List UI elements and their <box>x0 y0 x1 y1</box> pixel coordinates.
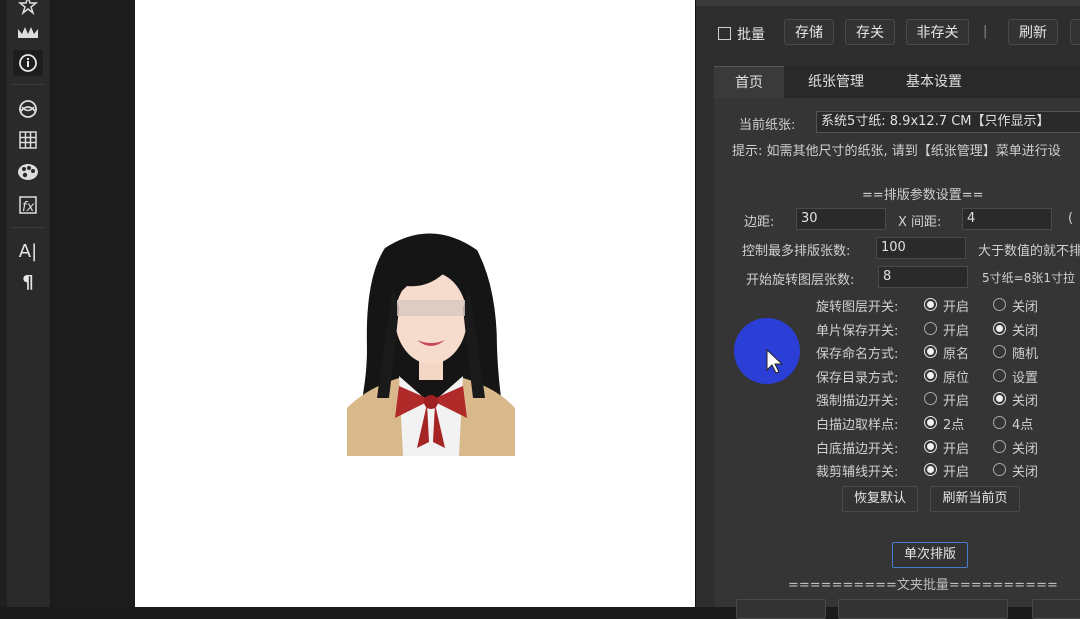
toolbar-edge <box>0 0 7 607</box>
save-button[interactable]: 存储 <box>784 19 834 45</box>
option-radio-a[interactable] <box>924 440 937 453</box>
layout-heading: ==排版参数设置== <box>862 188 984 203</box>
option-radio-b-label: 随机 <box>1012 347 1039 362</box>
overflow-button[interactable] <box>1070 19 1080 45</box>
option-radio-a-label: 原位 <box>943 371 970 386</box>
text-icon[interactable]: A| <box>13 238 43 264</box>
tab-paper-management[interactable]: 纸张管理 <box>796 66 876 98</box>
option-radio-a[interactable] <box>924 392 937 405</box>
option-radio-b[interactable] <box>993 463 1006 476</box>
option-radio-a[interactable] <box>924 369 937 382</box>
left-toolbar: fx A| ¶ <box>0 0 51 607</box>
option-radio-a-label: 开启 <box>943 394 970 409</box>
cursor-highlight <box>734 318 800 384</box>
single-layout-button[interactable]: 单次排版 <box>892 542 968 568</box>
xgap-input[interactable]: 4 <box>962 208 1052 230</box>
option-label: 裁剪辅线开关: <box>816 465 899 480</box>
option-radio-b-label: 关闭 <box>1012 324 1039 339</box>
cloud-icon[interactable] <box>13 96 43 122</box>
id-photo <box>347 228 515 456</box>
option-radio-b-label: 关闭 <box>1012 394 1039 409</box>
option-radio-a-label: 开启 <box>943 300 970 315</box>
option-radio-a-label: 开启 <box>943 442 970 457</box>
tab-basic-settings[interactable]: 基本设置 <box>892 66 976 98</box>
panel-top-strip <box>696 0 1080 6</box>
margin-label: 边距: <box>744 215 775 230</box>
option-radio-a-label: 开启 <box>943 324 970 339</box>
info-icon[interactable] <box>13 50 43 76</box>
toolbar-separator: | <box>983 24 988 39</box>
option-radio-b[interactable] <box>993 369 1006 382</box>
save-close-button[interactable]: 存关 <box>845 19 895 45</box>
svg-text:fx: fx <box>22 200 35 215</box>
option-radio-a-label: 原名 <box>943 347 970 362</box>
crown-icon[interactable] <box>13 19 43 45</box>
option-radio-b-label: 关闭 <box>1012 300 1039 315</box>
bottom-button-2[interactable] <box>1032 599 1080 619</box>
rotate-count-label: 开始旋转图层张数: <box>746 273 855 288</box>
option-radio-b[interactable] <box>993 392 1006 405</box>
refresh-page-button[interactable]: 刷新当前页 <box>930 486 1020 512</box>
mouse-pointer-icon <box>766 348 784 374</box>
option-label: 白描边取样点: <box>816 418 899 433</box>
grid-icon[interactable] <box>13 127 43 153</box>
tab-home[interactable]: 首页 <box>714 66 784 99</box>
nonsave-close-button[interactable]: 非存关 <box>906 19 969 45</box>
xgap-suffix: ( <box>1068 211 1074 226</box>
option-radio-b[interactable] <box>993 298 1006 311</box>
option-radio-a-label: 2点 <box>943 418 965 433</box>
option-radio-a[interactable] <box>924 416 937 429</box>
paper-select[interactable]: 系统5寸纸: 8.9x12.7 CM【只作显示】 <box>816 111 1080 133</box>
option-radio-b[interactable] <box>993 416 1006 429</box>
option-radio-b[interactable] <box>993 322 1006 335</box>
option-radio-a-label: 开启 <box>943 465 970 480</box>
text-tool-glyph: A| <box>18 240 38 262</box>
option-label: 保存目录方式: <box>816 371 899 386</box>
refresh-button[interactable]: 刷新 <box>1008 19 1058 45</box>
option-radio-a[interactable] <box>924 345 937 358</box>
paragraph-icon[interactable]: ¶ <box>13 269 43 295</box>
toolbar-divider <box>12 84 44 85</box>
option-radio-b-label: 4点 <box>1012 418 1034 433</box>
option-radio-b-label: 关闭 <box>1012 465 1039 480</box>
batch-label: 批量 <box>737 27 765 43</box>
batch-checkbox[interactable] <box>718 27 731 40</box>
document-canvas[interactable] <box>135 0 695 607</box>
option-radio-b-label: 关闭 <box>1012 442 1039 457</box>
option-radio-b-label: 设置 <box>1012 371 1039 386</box>
effects-icon[interactable]: fx <box>13 192 43 218</box>
option-label: 强制描边开关: <box>816 394 899 409</box>
option-radio-b[interactable] <box>993 440 1006 453</box>
option-radio-b[interactable] <box>993 345 1006 358</box>
option-label: 保存命名方式: <box>816 347 899 362</box>
max-count-input[interactable]: 100 <box>876 237 966 259</box>
rotate-count-note: 5寸纸=8张1寸拉 <box>982 271 1075 285</box>
restore-default-button[interactable]: 恢复默认 <box>842 486 918 512</box>
option-radio-a[interactable] <box>924 322 937 335</box>
option-label: 旋转图层开关: <box>816 300 899 315</box>
option-label: 单片保存开关: <box>816 324 899 339</box>
folder-batch-heading: ==========文夹批量========== <box>788 578 1058 593</box>
paper-label: 当前纸张: <box>739 118 796 133</box>
bottom-button-1[interactable] <box>736 599 826 619</box>
xgap-label: X 间距: <box>898 215 942 230</box>
bottom-field[interactable] <box>838 599 1008 619</box>
option-radio-a[interactable] <box>924 298 937 311</box>
max-count-label: 控制最多排版张数: <box>742 244 851 259</box>
paper-hint: 提示: 如需其他尺寸的纸张, 请到【纸张管理】菜单进行设 <box>732 144 1061 159</box>
margin-input[interactable]: 30 <box>796 208 886 230</box>
palette-icon[interactable] <box>13 159 43 185</box>
toolbar-divider <box>12 227 44 228</box>
workspace-gap <box>51 0 135 607</box>
paragraph-tool-glyph: ¶ <box>22 271 34 293</box>
option-radio-a[interactable] <box>924 463 937 476</box>
rotate-count-input[interactable]: 8 <box>878 266 968 288</box>
option-label: 白底描边开关: <box>816 442 899 457</box>
max-count-note: 大于数值的就不排 <box>978 244 1080 259</box>
star-icon[interactable] <box>13 0 43 18</box>
plugin-panel: 批量 存储 存关 非存关 | 刷新 首页 纸张管理 基本设置 当前纸张: 系统5… <box>695 0 1080 619</box>
